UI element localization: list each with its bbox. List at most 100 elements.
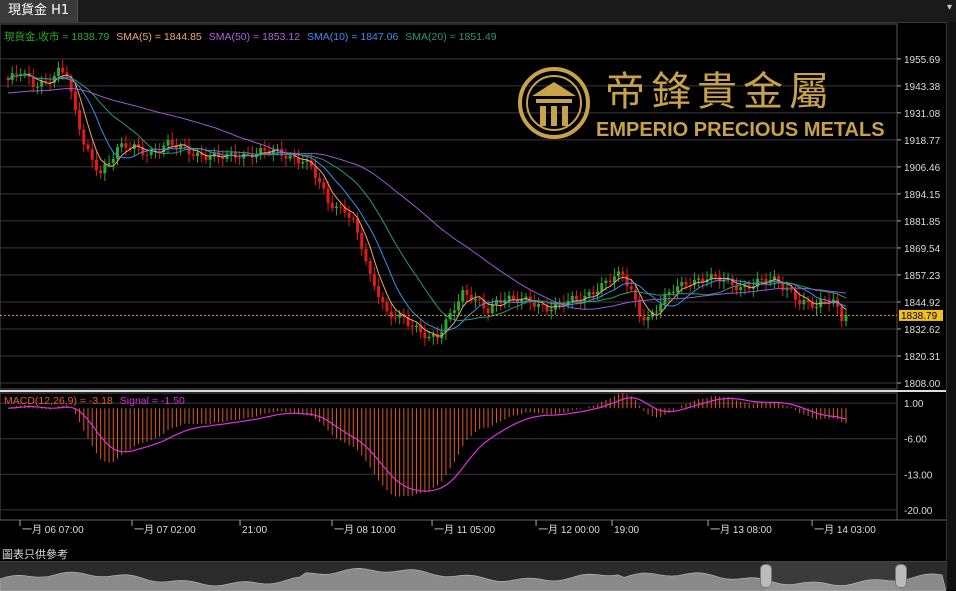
candle-body [263, 148, 267, 151]
candle-body [537, 303, 541, 307]
macd-tick-label: 1.00 [904, 399, 924, 410]
candle-body [638, 299, 642, 317]
navigator-right-handle[interactable] [895, 564, 907, 588]
vertical-scrollbar[interactable] [946, 22, 956, 590]
legend-sma10: SMA(10) = 1847.06 [307, 31, 399, 43]
price-tick-label: 1844.92 [904, 298, 941, 309]
price-tick-label: 1931.08 [904, 109, 941, 120]
time-tick-label: 一月 12 00:00 [538, 524, 600, 536]
macd-tick-label: -20.00 [904, 506, 933, 517]
candle-body [339, 206, 343, 208]
candle-body [23, 73, 27, 75]
candle-body [347, 212, 351, 219]
triangle-down-icon[interactable]: ▾ [947, 2, 952, 13]
price-tick-label: 1820.31 [904, 352, 941, 363]
candle-body [149, 151, 153, 155]
candle-body [655, 311, 659, 313]
candle-body [334, 206, 338, 209]
candle-body [604, 280, 608, 284]
candle-body [473, 299, 477, 301]
price-tick-label: 1943.38 [904, 82, 941, 93]
candle-body [107, 162, 111, 165]
legend-signal: Signal = -1.50 [120, 395, 185, 407]
candle-body [103, 164, 107, 174]
candle-body [381, 297, 385, 303]
candle-body [532, 302, 536, 307]
candle-body [570, 295, 574, 301]
main-legend: 現貨金,收市 = 1838.79 SMA(5) = 1844.85 SMA(50… [4, 30, 497, 43]
candle-body [86, 144, 90, 150]
candle-body [111, 158, 115, 163]
candle-body [191, 154, 195, 156]
candle-body [414, 325, 418, 328]
candle-body [587, 292, 591, 296]
candle-body [798, 299, 802, 305]
candle-body [625, 275, 629, 287]
candle-body [73, 91, 77, 111]
navigator-minimap [0, 562, 946, 591]
candle-body [48, 81, 52, 83]
navigator-left-handle[interactable] [760, 564, 772, 588]
candle-body [739, 287, 743, 291]
candle-body [642, 316, 646, 321]
price-tick-label: 1881.85 [904, 217, 941, 228]
candle-body [667, 292, 671, 294]
candle-body [671, 292, 675, 294]
candle-body [31, 76, 35, 88]
price-tick-label: 1894.15 [904, 190, 941, 201]
candle-body [318, 177, 322, 183]
candle-body [229, 152, 233, 154]
candle-body [840, 306, 844, 322]
candle-body [35, 86, 39, 88]
candle-body [65, 72, 69, 77]
time-tick-label: 一月 07 02:00 [134, 524, 196, 536]
candle-body [427, 336, 431, 339]
price-tick-label: 1832.62 [904, 325, 941, 336]
candle-body [57, 67, 61, 76]
candle-body [288, 155, 292, 159]
candle-body [423, 332, 427, 339]
candle-body [326, 188, 330, 203]
candle-body [461, 290, 465, 302]
candle-body [486, 308, 490, 314]
candle-body [301, 161, 305, 164]
candle-body [368, 261, 372, 274]
candle-body [170, 139, 174, 146]
candle-body [621, 271, 625, 276]
macd-tick-label: -6.00 [904, 435, 927, 446]
candle-body [646, 317, 650, 321]
candle-body [802, 300, 806, 305]
candle-body [360, 232, 364, 250]
price-tick-label: 1857.23 [904, 271, 941, 282]
candle-body [385, 302, 389, 312]
candle-body [124, 143, 128, 148]
candle-body [313, 166, 317, 178]
candle-body [684, 281, 688, 286]
candle-body [372, 273, 376, 287]
candle-body [676, 286, 680, 293]
navigator-bar[interactable] [0, 561, 946, 591]
candle-body [507, 295, 511, 300]
candle-body [393, 317, 397, 319]
candle-body [494, 299, 498, 305]
candle-body [120, 143, 124, 148]
candle-body [377, 286, 381, 298]
candle-body [195, 152, 199, 156]
candle-body [789, 289, 793, 291]
candle-body [490, 304, 494, 314]
candle-body [617, 271, 621, 277]
candle-body [238, 157, 242, 159]
candle-body [61, 67, 65, 73]
candle-body [574, 295, 578, 300]
candle-body [457, 301, 461, 311]
legend-sma20: SMA(20) = 1851.49 [405, 31, 497, 43]
candle-body [364, 249, 368, 262]
candle-body [465, 290, 469, 295]
candle-body [208, 156, 212, 160]
candle-body [591, 292, 595, 295]
time-tick-label: 一月 13 08:00 [710, 524, 772, 536]
macd-legend: MACD(12,26,9) = -3.18 Signal = -1.50 [4, 395, 185, 407]
candle-body [785, 289, 789, 291]
legend-price: 現貨金,收市 = 1838.79 [4, 30, 109, 43]
price-tick-label: 1918.77 [904, 136, 941, 147]
